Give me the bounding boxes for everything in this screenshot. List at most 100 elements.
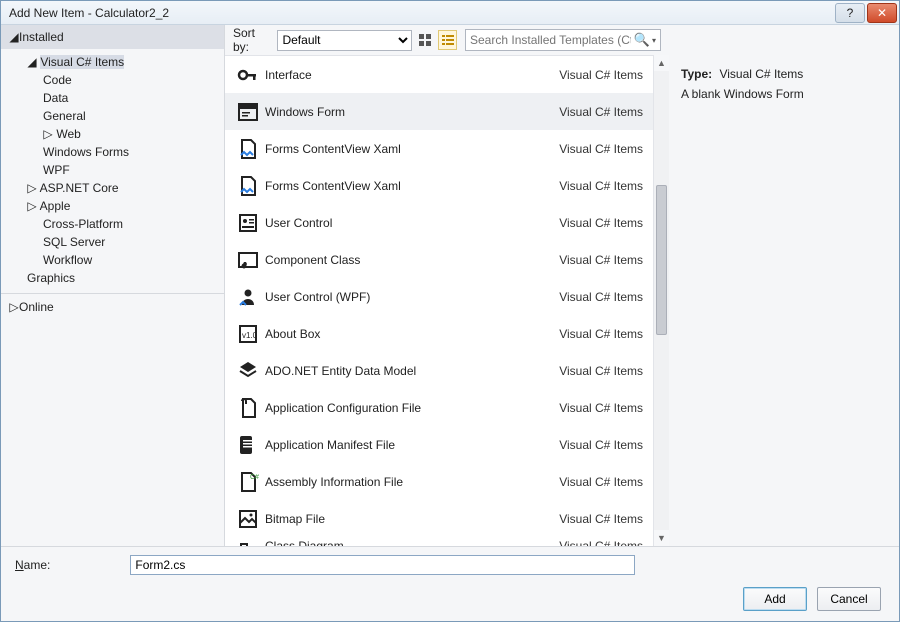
search-input[interactable] <box>470 33 631 47</box>
tree-node-apple[interactable]: ▷ Apple <box>9 197 224 215</box>
grid-icon <box>418 33 432 47</box>
template-row[interactable]: ADO.NET Entity Data ModelVisual C# Items <box>225 352 653 389</box>
tree-label: ASP.NET Core <box>40 181 119 195</box>
template-row[interactable]: Application Manifest FileVisual C# Items <box>225 426 653 463</box>
template-category: Visual C# Items <box>543 105 643 119</box>
template-list[interactable]: InterfaceVisual C# ItemsWindows FormVisu… <box>225 55 653 546</box>
name-input[interactable] <box>130 555 635 575</box>
template-category: Visual C# Items <box>543 364 643 378</box>
template-row[interactable]: Windows FormVisual C# Items <box>225 93 653 130</box>
template-icon <box>231 539 265 546</box>
chevron-right-icon: ▷ <box>27 199 37 213</box>
template-name: About Box <box>265 327 543 341</box>
search-box[interactable]: 🔍 ▾ <box>465 29 661 51</box>
list-icon <box>441 33 455 47</box>
tree-label: Apple <box>40 199 71 213</box>
view-list-button[interactable] <box>438 30 457 50</box>
template-icon <box>231 211 265 235</box>
template-category: Visual C# Items <box>543 401 643 415</box>
template-category: Visual C# Items <box>543 475 643 489</box>
template-category: Visual C# Items <box>543 290 643 304</box>
installed-group-header[interactable]: ◢ Installed <box>1 25 224 49</box>
search-icon[interactable]: 🔍 <box>634 32 650 48</box>
template-name: User Control (WPF) <box>265 290 543 304</box>
content-area: ◢ Installed ◢ Visual C# Items Code Data … <box>1 25 899 621</box>
svg-text:v1.0: v1.0 <box>242 331 258 340</box>
titlebar: Add New Item - Calculator2_2 ? ✕ <box>1 1 899 25</box>
template-icon: v1.0 <box>231 322 265 346</box>
tree-node-csharp-items[interactable]: ◢ Visual C# Items <box>9 53 224 71</box>
cancel-button[interactable]: Cancel <box>817 587 881 611</box>
template-name: User Control <box>265 216 543 230</box>
template-name: Forms ContentView Xaml <box>265 142 543 156</box>
tree-node-code[interactable]: Code <box>9 71 224 89</box>
type-value: Visual C# Items <box>719 67 803 81</box>
chevron-right-icon: ▷ <box>9 300 19 314</box>
template-name: Assembly Information File <box>265 475 543 489</box>
chevron-down-icon: ◢ <box>27 55 37 69</box>
scroll-up-button[interactable]: ▲ <box>654 55 669 71</box>
installed-label: Installed <box>19 30 64 44</box>
template-name: Windows Form <box>265 105 543 119</box>
view-tiles-button[interactable] <box>416 30 435 50</box>
template-icon <box>231 174 265 198</box>
template-icon <box>231 285 265 309</box>
template-row[interactable]: Forms ContentView XamlVisual C# Items <box>225 130 653 167</box>
add-button[interactable]: Add <box>743 587 807 611</box>
tree-node-aspnet-core[interactable]: ▷ ASP.NET Core <box>9 179 224 197</box>
template-category: Visual C# Items <box>543 68 643 82</box>
template-row[interactable]: Bitmap FileVisual C# Items <box>225 500 653 537</box>
toolbar: Sort by: Default 🔍 ▾ <box>225 25 669 55</box>
scrollbar[interactable]: ▲ ▼ <box>653 55 669 546</box>
template-icon <box>231 359 265 383</box>
template-name: Bitmap File <box>265 512 543 526</box>
template-category: Visual C# Items <box>543 512 643 526</box>
template-row[interactable]: Class DiagramVisual C# Items <box>225 537 653 546</box>
template-row[interactable]: v1.0About BoxVisual C# Items <box>225 315 653 352</box>
close-button[interactable]: ✕ <box>867 3 897 23</box>
template-name: Application Manifest File <box>265 438 543 452</box>
tree-node-data[interactable]: Data <box>9 89 224 107</box>
tree-node-general[interactable]: General <box>9 107 224 125</box>
template-name: Application Configuration File <box>265 401 543 415</box>
template-row[interactable]: Application Configuration FileVisual C# … <box>225 389 653 426</box>
installed-tree: ◢ Visual C# Items Code Data General ▷ We… <box>1 49 224 293</box>
template-name: Forms ContentView Xaml <box>265 179 543 193</box>
template-row[interactable]: InterfaceVisual C# Items <box>225 56 653 93</box>
template-icon <box>231 137 265 161</box>
help-button[interactable]: ? <box>835 3 865 23</box>
chevron-down-icon[interactable]: ▾ <box>652 36 656 45</box>
template-name: ADO.NET Entity Data Model <box>265 364 543 378</box>
chevron-down-icon: ◢ <box>9 30 19 44</box>
template-name: Class Diagram <box>265 539 543 546</box>
template-category: Visual C# Items <box>543 142 643 156</box>
template-row[interactable]: Component ClassVisual C# Items <box>225 241 653 278</box>
tree-node-wpf[interactable]: WPF <box>9 161 224 179</box>
tree-node-cross-platform[interactable]: Cross-Platform <box>9 215 224 233</box>
category-sidebar: ◢ Installed ◢ Visual C# Items Code Data … <box>1 25 225 546</box>
tree-node-windows-forms[interactable]: Windows Forms <box>9 143 224 161</box>
chevron-right-icon: ▷ <box>27 181 37 195</box>
description-text: A blank Windows Form <box>681 87 887 101</box>
template-row[interactable]: User ControlVisual C# Items <box>225 204 653 241</box>
template-icon <box>231 433 265 457</box>
tree-node-sql-server[interactable]: SQL Server <box>9 233 224 251</box>
scroll-thumb[interactable] <box>656 185 667 335</box>
template-name: Interface <box>265 68 543 82</box>
svg-text:C#: C# <box>250 474 259 481</box>
scroll-down-button[interactable]: ▼ <box>654 530 669 546</box>
template-pane: Sort by: Default 🔍 ▾ <box>225 25 669 546</box>
tree-label: Visual C# Items <box>40 55 124 69</box>
template-row[interactable]: Forms ContentView XamlVisual C# Items <box>225 167 653 204</box>
tree-node-web[interactable]: ▷ Web <box>9 125 224 143</box>
template-row[interactable]: C# Assembly Information FileVisual C# Ite… <box>225 463 653 500</box>
template-row[interactable]: User Control (WPF)Visual C# Items <box>225 278 653 315</box>
tree-node-graphics[interactable]: Graphics <box>9 269 224 287</box>
online-group-header[interactable]: ▷ Online <box>1 293 224 320</box>
sort-by-label: Sort by: <box>233 26 271 54</box>
tree-node-workflow[interactable]: Workflow <box>9 251 224 269</box>
template-category: Visual C# Items <box>543 539 643 546</box>
type-label: Type: <box>681 67 712 81</box>
bottom-bar: Name: Add Cancel <box>1 546 899 621</box>
sort-by-select[interactable]: Default <box>277 30 411 51</box>
